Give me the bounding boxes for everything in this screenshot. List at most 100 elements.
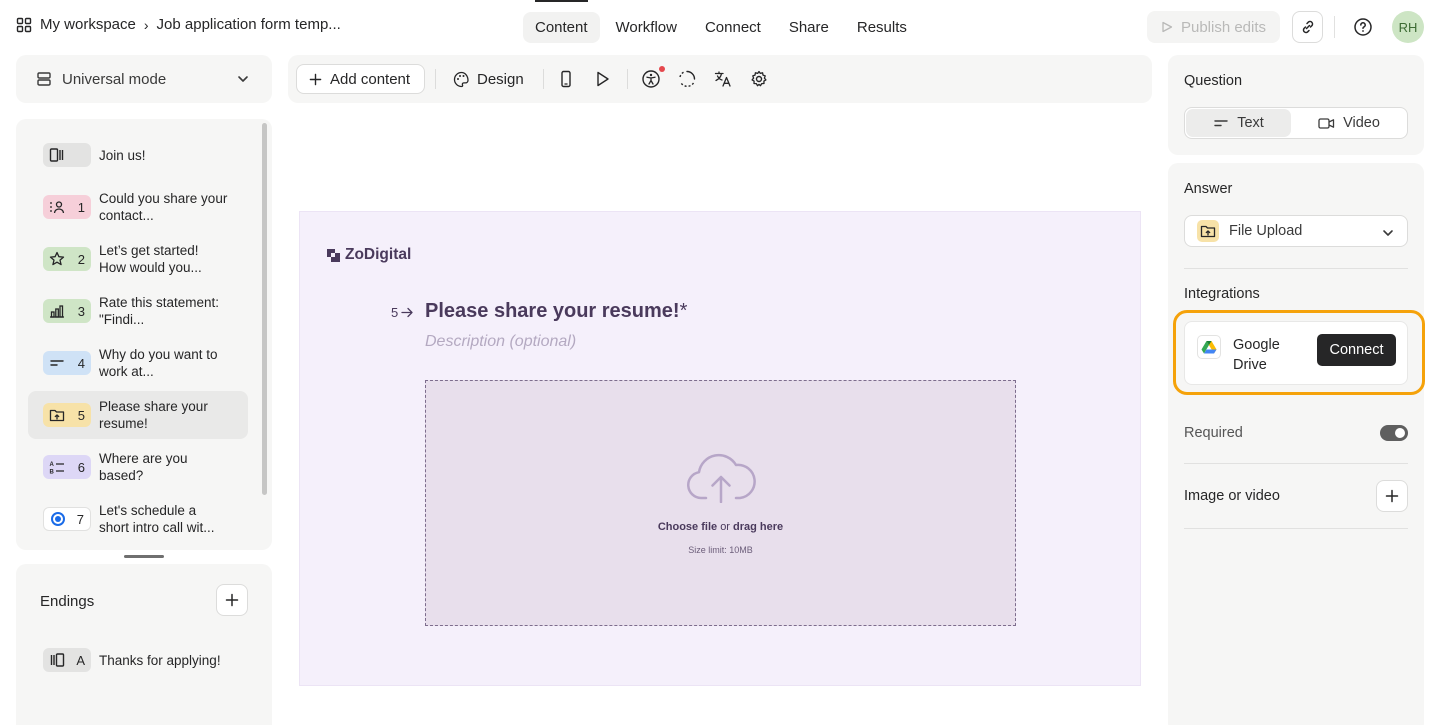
question-title[interactable]: Please share your resume!* <box>425 300 687 323</box>
ending-screen-icon <box>49 652 65 668</box>
star-icon <box>49 251 65 267</box>
question-item-3[interactable]: 3 Rate this statement: "Findi... <box>28 287 248 335</box>
question-type-video[interactable]: Video <box>1291 109 1407 137</box>
toolbar-divider <box>543 69 544 89</box>
top-bar: My workspace › Job application form temp… <box>0 0 1440 54</box>
choose-file-link[interactable]: Choose file <box>658 521 717 533</box>
add-content-button[interactable]: Add content <box>296 64 425 94</box>
tab-workflow[interactable]: Workflow <box>604 12 689 43</box>
video-camera-icon <box>1318 117 1335 130</box>
question-item-6[interactable]: AB 6 Where are you based? <box>28 443 248 491</box>
question-number: 1 <box>77 199 85 215</box>
question-number-value: 5 <box>391 305 399 320</box>
size-limit-text: Size limit: 10MB <box>688 545 753 555</box>
help-icon[interactable] <box>1352 16 1374 38</box>
mode-icon <box>36 71 52 87</box>
question-description-input[interactable]: Description (optional) <box>425 333 576 351</box>
link-icon <box>1300 19 1316 35</box>
upload-instructions: Choose file or drag here <box>426 521 1015 533</box>
question-text: Please share your resume! <box>99 399 208 431</box>
question-item-4[interactable]: 4 Why do you want to work at... <box>28 339 248 387</box>
toolbar-divider <box>435 69 436 89</box>
question-item-1[interactable]: 1 Could you share your contact... <box>28 183 248 231</box>
question-text: Join us! <box>99 148 146 163</box>
question-badge: AB 6 <box>43 455 91 479</box>
text-lines-icon <box>1213 117 1229 129</box>
question-text: Let’s get started! How would you... <box>99 243 202 275</box>
publish-edits-label: Publish edits <box>1180 18 1267 36</box>
cloud-upload-icon <box>686 451 756 503</box>
settings-gear-icon[interactable] <box>749 69 769 89</box>
question-number: 2 <box>77 251 85 267</box>
question-item-7[interactable]: 7 Let's schedule a short intro call wit.… <box>28 495 248 543</box>
required-toggle[interactable] <box>1380 425 1408 441</box>
ending-badge: A <box>43 648 91 672</box>
drag-here-text: drag here <box>733 521 784 533</box>
tab-results[interactable]: Results <box>845 12 919 43</box>
calendly-icon <box>50 511 66 527</box>
chevron-down-icon <box>236 72 250 86</box>
required-label: Required <box>1184 425 1243 441</box>
form-canvas: ZoDigital 5 Please share your resume!* D… <box>299 211 1141 686</box>
question-badge: 4 <box>43 351 91 375</box>
translate-icon[interactable] <box>713 69 733 89</box>
question-title-text: Please share your resume! <box>425 300 680 322</box>
answer-type-value: File Upload <box>1229 223 1303 239</box>
breadcrumb-form-name[interactable]: Job application form temp... <box>157 16 341 33</box>
tab-share[interactable]: Share <box>777 12 841 43</box>
question-settings-panel: Question Text Video <box>1168 55 1424 155</box>
breadcrumb: My workspace › Job application form temp… <box>16 16 341 33</box>
preview-play-icon[interactable] <box>592 69 612 89</box>
file-dropzone[interactable]: Choose file or drag here Size limit: 10M… <box>425 380 1016 626</box>
answer-settings-panel: Answer File Upload Integrations Google D… <box>1168 163 1424 725</box>
publish-edits-button[interactable]: Publish edits <box>1147 11 1280 43</box>
accessibility-icon[interactable] <box>641 69 661 89</box>
ending-text: Thanks for applying! <box>99 653 221 668</box>
question-item-5[interactable]: 5 Please share your resume! <box>28 391 248 439</box>
add-media-button[interactable] <box>1376 480 1408 512</box>
brand-name: ZoDigital <box>345 246 412 263</box>
question-number: 7 <box>76 511 84 527</box>
required-mark: * <box>679 300 688 322</box>
breadcrumb-workspace[interactable]: My workspace <box>40 16 136 33</box>
question-list-scrollbar[interactable] <box>262 123 267 495</box>
progress-loader-icon[interactable] <box>677 69 697 89</box>
ending-letter: A <box>76 652 85 668</box>
answer-type-select[interactable]: File Upload <box>1184 215 1408 247</box>
question-number-label: 5 <box>391 305 414 320</box>
active-tab-indicator <box>535 0 588 2</box>
avatar[interactable]: RH <box>1392 11 1424 43</box>
editor-toolbar: Add content Design <box>288 55 1152 103</box>
divider <box>1184 268 1408 269</box>
mobile-preview-icon[interactable] <box>556 69 576 89</box>
question-item-2[interactable]: 2 Let’s get started! How would you... <box>28 235 248 283</box>
add-ending-button[interactable] <box>216 584 248 616</box>
question-text: Rate this statement: "Findi... <box>99 295 220 327</box>
grid-icon[interactable] <box>16 17 32 33</box>
plus-icon <box>1385 489 1399 503</box>
tab-content[interactable]: Content <box>523 12 600 43</box>
header-divider <box>1334 16 1335 38</box>
palette-icon <box>453 71 470 88</box>
question-text: Why do you want to work at... <box>99 347 218 379</box>
question-number: 4 <box>77 355 85 371</box>
question-number: 3 <box>77 303 85 319</box>
arrow-right-icon <box>401 307 414 318</box>
question-item-welcome[interactable]: Join us! <box>28 131 248 179</box>
resize-handle[interactable] <box>124 555 164 558</box>
copy-link-button[interactable] <box>1292 11 1323 43</box>
question-type-text[interactable]: Text <box>1186 109 1291 137</box>
plus-icon <box>309 73 322 86</box>
add-content-label: Add content <box>330 70 411 88</box>
mode-selector[interactable]: Universal mode <box>16 55 272 103</box>
ending-item-a[interactable]: A Thanks for applying! <box>28 636 248 684</box>
question-number: 5 <box>77 407 85 423</box>
integrations-label: Integrations <box>1184 286 1260 302</box>
image-video-label: Image or video <box>1184 488 1280 504</box>
question-badge: 2 <box>43 247 91 271</box>
mode-label: Universal mode <box>62 70 167 88</box>
design-button[interactable]: Design <box>453 64 524 94</box>
breadcrumb-separator: › <box>143 16 149 33</box>
tab-connect[interactable]: Connect <box>693 12 773 43</box>
dropdown-icon: AB <box>49 459 65 475</box>
